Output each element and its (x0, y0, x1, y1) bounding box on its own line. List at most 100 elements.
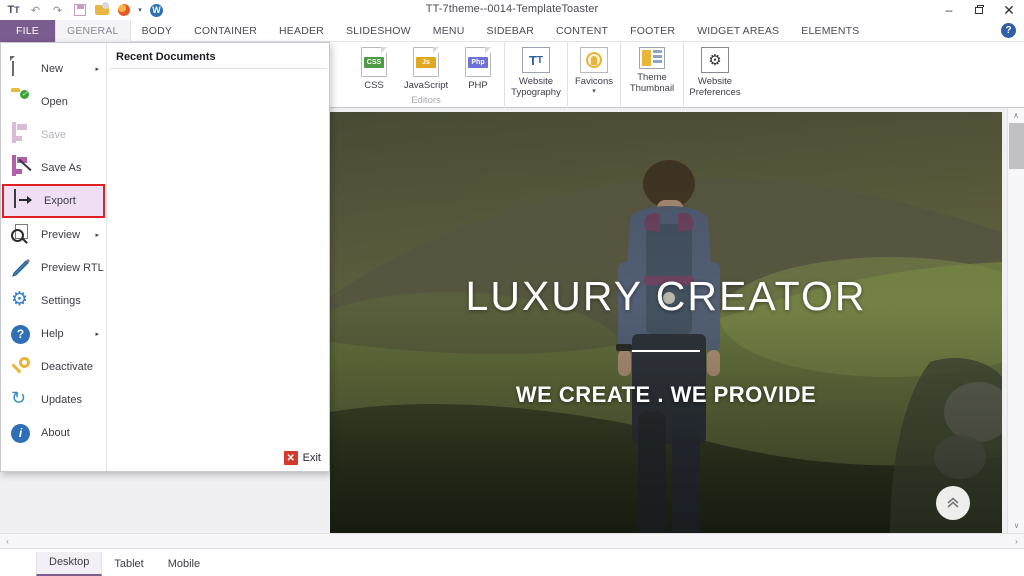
tab-menu[interactable]: MENU (422, 20, 476, 42)
ribbon-button-favicons[interactable]: Favicons ▾ (568, 45, 620, 95)
tab-body[interactable]: BODY (131, 20, 184, 42)
file-menu-item-help[interactable]: ? Help ▸ (1, 317, 106, 350)
ribbon-label-website-typography-1: Website (518, 76, 554, 87)
save-as-icon (10, 154, 32, 179)
tab-general[interactable]: GENERAL (54, 20, 131, 42)
tab-widget-areas[interactable]: WIDGET AREAS (686, 20, 790, 42)
ribbon-button-javascript[interactable]: Js JavaScript (400, 45, 452, 91)
tab-content[interactable]: CONTENT (545, 20, 619, 42)
scroll-left-arrow[interactable]: ‹ (0, 537, 15, 546)
about-info-icon: i (10, 422, 32, 444)
website-typography-icon: TT (522, 47, 550, 73)
ribbon-label-website-preferences-1: Website (697, 76, 733, 87)
file-menu-label-about: About (41, 426, 70, 439)
file-menu-item-updates[interactable]: ↻ Updates (1, 383, 106, 416)
website-preferences-icon: ⚙ (701, 47, 729, 73)
file-menu-label-new: New (41, 62, 64, 75)
ribbon-group-website-preferences: ⚙ Website Preferences (684, 42, 746, 108)
help-icon[interactable]: ? (1001, 23, 1016, 38)
file-menu-item-deactivate[interactable]: Deactivate (1, 350, 106, 383)
close-button[interactable]: ✕ (994, 0, 1024, 20)
new-document-icon (10, 56, 32, 80)
submenu-arrow-icon: ▸ (95, 65, 99, 73)
window-controls: – ✕ (934, 0, 1024, 20)
javascript-file-icon: Js (413, 47, 439, 77)
pencil-icon (12, 258, 30, 277)
scrollbar-thumb[interactable] (1009, 123, 1024, 169)
file-menu-label-settings: Settings (41, 294, 81, 307)
file-menu-item-open[interactable]: ✓ Open (1, 85, 106, 118)
horizontal-scrollbar[interactable]: ‹ › (0, 533, 1024, 548)
php-file-icon: Php (465, 47, 491, 77)
hero-background-image (330, 112, 1002, 536)
preview-magnifier-icon (10, 223, 32, 246)
close-icon: ✕ (283, 451, 298, 465)
tab-slideshow[interactable]: SLIDESHOW (335, 20, 422, 42)
device-tab-mobile[interactable]: Mobile (156, 554, 212, 576)
file-menu-item-export[interactable]: Export (2, 184, 105, 218)
file-menu-item-save: Save (1, 118, 106, 151)
tab-sidebar[interactable]: SIDEBAR (476, 20, 546, 42)
tab-elements[interactable]: ELEMENTS (790, 20, 870, 42)
file-menu-label-save: Save (41, 128, 67, 141)
open-folder-icon: ✓ (20, 89, 29, 99)
vertical-scrollbar[interactable]: ∧ ∨ (1007, 108, 1024, 533)
updates-refresh-icon: ↻ (11, 387, 27, 408)
file-menu-label-export: Export (44, 195, 76, 207)
scroll-to-top-button[interactable] (936, 486, 970, 520)
file-menu-item-preview[interactable]: Preview ▸ (1, 218, 106, 251)
ribbon-group-label-editors: Editors (411, 95, 441, 106)
ribbon-label-theme-thumbnail-1: Theme (637, 72, 667, 83)
recent-documents-panel: Recent Documents ✕ Exit (107, 43, 329, 471)
tab-header[interactable]: HEADER (268, 20, 335, 42)
device-tab-desktop[interactable]: Desktop (36, 552, 103, 576)
ribbon-label-favicons: Favicons (574, 76, 613, 87)
file-menu-item-new[interactable]: New ▸ (1, 52, 106, 85)
file-menu-panel: New ▸ ✓ Open Save Save As Export Preview… (0, 42, 330, 472)
ribbon-button-theme-thumbnail[interactable]: Theme Thumbnail (621, 45, 683, 94)
file-menu-label-save-as: Save As (41, 161, 82, 174)
preview-rtl-icon (10, 257, 32, 279)
help-question-icon: ? (10, 323, 32, 345)
file-menu-label-help: Help (41, 327, 64, 340)
ribbon-label-php: PHP (468, 80, 488, 91)
deactivate-key-icon (10, 356, 32, 378)
ribbon-group-favicons: Favicons ▾ (568, 42, 621, 108)
status-bar: Desktop Tablet Mobile (0, 548, 1024, 576)
file-menu-item-settings[interactable]: ⚙ Settings (1, 284, 106, 317)
ribbon-button-website-preferences[interactable]: ⚙ Website Preferences (684, 45, 746, 98)
scroll-up-arrow[interactable]: ∧ (1008, 108, 1024, 123)
file-menu-item-about[interactable]: i About (1, 416, 106, 449)
settings-gear-icon: ⚙ (11, 288, 29, 310)
save-disk-icon (10, 121, 32, 146)
submenu-arrow-icon: ▸ (95, 330, 99, 338)
file-menu-item-save-as[interactable]: Save As (1, 151, 106, 184)
ribbon-button-css[interactable]: CSS CSS (348, 45, 400, 91)
window-title: TT-7theme--0014-TemplateToaster (425, 3, 599, 15)
chevron-down-icon[interactable]: ▾ (592, 88, 596, 95)
ribbon-label-javascript: JavaScript (403, 80, 449, 91)
tab-container[interactable]: CONTAINER (183, 20, 268, 42)
exit-button[interactable]: ✕ Exit (283, 451, 321, 465)
ribbon-tab-bar: FILE GENERAL BODY CONTAINER HEADER SLIDE… (0, 20, 1024, 42)
export-icon (13, 189, 35, 212)
minimize-button[interactable]: – (934, 0, 964, 20)
css-file-icon: CSS (361, 47, 387, 77)
device-tab-tablet[interactable]: Tablet (102, 554, 155, 576)
tab-file[interactable]: FILE (0, 20, 55, 42)
scroll-down-arrow[interactable]: ∨ (1008, 518, 1024, 533)
ribbon-button-website-typography[interactable]: TT Website Typography (505, 45, 567, 98)
scroll-right-arrow[interactable]: › (1009, 537, 1024, 546)
restore-button[interactable] (964, 0, 994, 20)
chevron-up-double-icon (947, 497, 959, 508)
file-menu-label-updates: Updates (41, 393, 82, 406)
submenu-arrow-icon: ▸ (95, 231, 99, 239)
ribbon-button-php[interactable]: Php PHP (452, 45, 504, 91)
favicons-icon (580, 47, 608, 73)
file-menu-item-preview-rtl[interactable]: Preview RTL (1, 251, 106, 284)
application-window: TT ↶ ↷ ▾ W TT-7theme--0014-TemplateToast… (0, 0, 1024, 576)
ribbon-label-css: CSS (364, 80, 384, 91)
exit-label: Exit (302, 452, 321, 464)
tab-footer[interactable]: FOOTER (619, 20, 686, 42)
ribbon-group-editors: CSS CSS Js JavaScript Php PHP Editors (348, 42, 505, 108)
